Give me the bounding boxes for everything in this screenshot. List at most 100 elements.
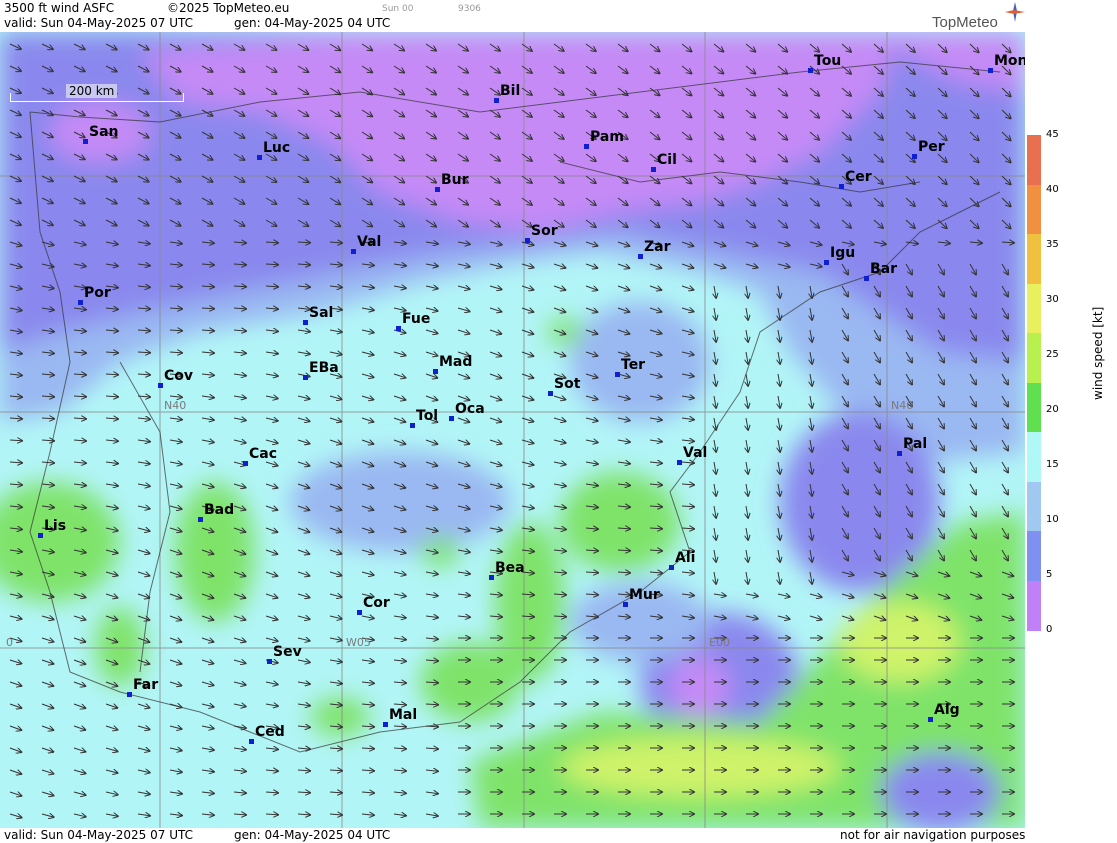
footer-valid-time: valid: Sun 04-May-2025 07 UTC	[4, 828, 193, 842]
city-label: Far	[133, 677, 159, 693]
city-marker	[410, 423, 415, 428]
legend-band	[1027, 481, 1041, 532]
city-label: Luc	[263, 140, 291, 156]
city-label: Bea	[495, 560, 525, 576]
legend-band	[1027, 580, 1041, 631]
city-marker	[525, 238, 530, 243]
legend-band	[1027, 382, 1041, 433]
city-label: Fue	[402, 311, 431, 327]
city-marker	[808, 68, 813, 73]
legend-band	[1027, 333, 1041, 384]
product-title: 3500 ft wind ASFC	[4, 1, 115, 15]
city-label: Val	[683, 445, 708, 461]
city-marker	[249, 739, 254, 744]
city-label: Pal	[903, 436, 928, 452]
legend-tick: 40	[1046, 184, 1059, 195]
city-label: Bil	[500, 83, 521, 99]
legend-tick: 45	[1046, 129, 1059, 140]
grid-label-e00: E00	[709, 636, 730, 649]
city-marker	[383, 722, 388, 727]
city-marker	[433, 369, 438, 374]
city-marker	[615, 372, 620, 377]
city-marker	[548, 391, 553, 396]
city-marker	[912, 154, 917, 159]
city-marker	[351, 249, 356, 254]
city-label: Val	[357, 234, 382, 250]
legend-band	[1027, 135, 1041, 186]
city-label: Per	[918, 139, 945, 155]
copyright: ©2025 TopMeteo.eu	[167, 1, 290, 15]
city-marker	[897, 451, 902, 456]
city-marker	[198, 517, 203, 522]
city-label: Mur	[629, 587, 660, 603]
scale-bar-label: 200 km	[66, 84, 118, 98]
legend-tick: 30	[1046, 294, 1059, 305]
legend-band	[1027, 234, 1041, 285]
city-label: EBa	[309, 360, 339, 376]
city-label: Zar	[644, 239, 671, 255]
city-label: San	[89, 124, 119, 140]
city-label: Lis	[44, 518, 67, 534]
legend-tick: 5	[1046, 569, 1053, 580]
city-label: Ali	[675, 550, 696, 566]
city-marker	[267, 659, 272, 664]
city-marker	[584, 144, 589, 149]
header: 3500 ft wind ASFC ©2025 TopMeteo.eu Sun …	[0, 0, 1025, 32]
city-marker	[396, 326, 401, 331]
city-marker	[357, 610, 362, 615]
legend-band	[1027, 432, 1041, 483]
city-label: Sev	[273, 644, 302, 660]
city-label: Pam	[590, 129, 624, 145]
city-marker	[435, 187, 440, 192]
city-label: Tou	[814, 53, 842, 69]
city-marker	[449, 416, 454, 421]
legend-band	[1027, 283, 1041, 334]
city-marker	[623, 602, 628, 607]
city-marker	[677, 460, 682, 465]
code-label: 9306	[458, 4, 481, 14]
city-marker	[988, 68, 993, 73]
city-label: Cov	[164, 368, 194, 384]
legend-tick: 20	[1046, 404, 1059, 415]
city-marker	[243, 461, 248, 466]
city-marker	[489, 575, 494, 580]
legend-tick: 10	[1046, 514, 1059, 525]
city-marker	[257, 155, 262, 160]
run-label: Sun 00	[382, 4, 414, 14]
footer: valid: Sun 04-May-2025 07 UTC gen: 04-Ma…	[0, 828, 1025, 843]
city-marker	[494, 98, 499, 103]
city-label: Por	[84, 285, 111, 301]
city-marker	[303, 320, 308, 325]
city-label: Cil	[657, 152, 677, 168]
wind-field	[0, 32, 1025, 828]
city-marker	[158, 383, 163, 388]
city-label: Mal	[389, 707, 418, 723]
topmeteo-logo[interactable]: TopMeteo	[932, 14, 998, 31]
city-label: Ter	[621, 357, 646, 373]
city-label: Bur	[441, 172, 469, 188]
legend-tick: 25	[1046, 349, 1059, 360]
wind-map[interactable]: N40 N40 W05 E00 0 200 km San Luc Bil Pam Cil…	[0, 32, 1025, 828]
city-label: Tol	[416, 408, 439, 424]
city-marker	[83, 139, 88, 144]
city-label: Oca	[455, 401, 485, 417]
city-marker	[38, 533, 43, 538]
legend-tick: 35	[1046, 239, 1059, 250]
legend-unit-label: wind speed [kt]	[1091, 306, 1105, 400]
city-marker	[824, 260, 829, 265]
city-label: Sal	[309, 305, 334, 321]
disclaimer: not for air navigation purposes	[840, 828, 1026, 842]
city-marker	[839, 184, 844, 189]
city-label: Ced	[255, 724, 285, 740]
legend-band	[1027, 184, 1041, 235]
grid-label-w05: W05	[346, 636, 371, 649]
valid-time: valid: Sun 04-May-2025 07 UTC	[4, 16, 193, 30]
grid-label-w10: 0	[6, 636, 13, 649]
city-label: Cac	[249, 446, 278, 462]
color-legend	[1027, 135, 1041, 631]
city-label: Igu	[830, 245, 856, 261]
city-label: Sot	[554, 376, 581, 392]
city-marker	[928, 717, 933, 722]
grid-label-n40-west: N40	[164, 399, 187, 412]
city-marker	[669, 565, 674, 570]
